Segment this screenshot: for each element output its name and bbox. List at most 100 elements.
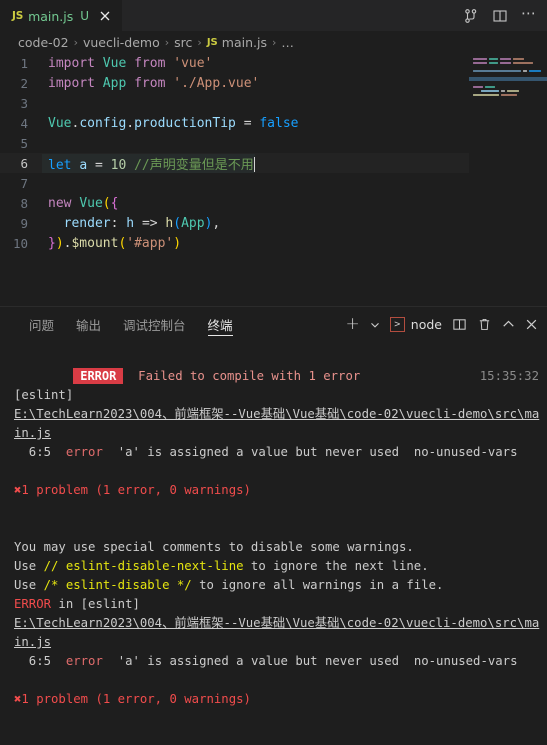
code-line-9: 9 render: h => h(App), — [0, 213, 547, 233]
chevron-right-icon: › — [73, 35, 78, 49]
terminal-error-headline: ERROR Failed to compile with 1 error 15:3… — [14, 348, 547, 384]
problem-severity: error — [65, 654, 103, 668]
terminal-error-in-eslint: ERROR in [eslint] — [14, 597, 140, 611]
breadcrumb-item-4[interactable]: … — [281, 35, 294, 50]
panel-tab-label: 输出 — [76, 318, 102, 333]
error-badge: ERROR — [73, 368, 124, 384]
editor-actions: ⋯ — [463, 0, 547, 31]
chevron-right-icon: › — [164, 35, 170, 49]
terminal-problem-summary: ✖1 problem (1 error, 0 warnings) — [14, 483, 251, 497]
breadcrumb-item-2[interactable]: src — [174, 35, 192, 50]
panel-tab-terminal[interactable]: 终端 — [197, 307, 244, 342]
panel-tab-bar-empty-space — [244, 307, 346, 342]
code-line-4: 4 Vue.config.productionTip = false — [0, 113, 547, 133]
line-number: 3 — [20, 95, 28, 111]
tab-title: main.js — [28, 8, 74, 24]
chevron-down-icon[interactable] — [370, 320, 380, 330]
close-icon[interactable] — [525, 318, 538, 331]
code-text: import Vue from 'vue' — [48, 55, 213, 71]
editor-minimap[interactable] — [469, 53, 547, 306]
trash-icon[interactable] — [477, 317, 492, 332]
code-line-7: 7 — [0, 173, 547, 193]
code-text: new Vue({ — [48, 195, 119, 211]
tab-git-status-badge: U — [80, 9, 90, 23]
terminal-problem-summary-2: ✖1 problem (1 error, 0 warnings) — [14, 692, 251, 706]
line-number: 5 — [20, 135, 28, 151]
code-line-2: 2 import App from './App.vue' — [0, 73, 547, 93]
terminal-file-path-line-2[interactable]: in.js — [14, 424, 547, 443]
terminal-file-path-2-line-2[interactable]: in.js — [14, 633, 547, 652]
code-line-6: 6 let a = 10 //声明变量但是不用 — [0, 153, 547, 173]
split-terminal-icon[interactable] — [452, 317, 467, 332]
code-line-5: 5 — [0, 133, 547, 153]
terminal-eslint-tag: [eslint] — [14, 388, 74, 402]
editor-tab-bar: JS main.js U ⋯ — [0, 0, 547, 31]
code-line-3: 3 — [0, 93, 547, 113]
breadcrumb-item-1[interactable]: vuecli-demo — [83, 35, 160, 50]
line-number: 9 — [20, 215, 28, 231]
code-text: }).$mount('#app') — [48, 235, 182, 251]
tab-bar-empty-space — [122, 0, 463, 31]
close-icon[interactable] — [97, 8, 113, 24]
js-file-icon: JS — [12, 10, 24, 22]
line-number: 10 — [12, 235, 28, 251]
chevron-right-icon: › — [271, 35, 277, 49]
terminal-name: node — [410, 317, 442, 332]
line-number: 2 — [20, 75, 28, 91]
split-editor-icon[interactable] — [492, 8, 508, 24]
code-text: import App from './App.vue' — [48, 75, 260, 91]
terminal-hint-line-3: Use /* eslint-disable */ to ignore all w… — [14, 578, 444, 592]
terminal-output[interactable]: ERROR Failed to compile with 1 error 15:3… — [0, 342, 547, 745]
problem-rule: no-unused-vars — [413, 445, 518, 459]
vscode-window: JS main.js U ⋯ code-02 › vuecli-demo › s… — [0, 0, 547, 745]
breadcrumb-item-3[interactable]: main.js — [222, 35, 267, 50]
panel-tab-debug-console[interactable]: 调试控制台 — [112, 307, 197, 342]
code-editor[interactable]: 1 import Vue from 'vue' 2 import App fro… — [0, 53, 547, 306]
error-headline-text: Failed to compile with 1 error — [138, 369, 361, 383]
bottom-panel: 问题 输出 调试控制台 终端 + > node ERROR Failed to … — [0, 306, 547, 745]
line-number: 8 — [20, 195, 28, 211]
code-line-10: 10 }).$mount('#app') — [0, 233, 547, 253]
text-cursor — [253, 156, 256, 172]
code-lines[interactable]: 1 import Vue from 'vue' 2 import App fro… — [0, 53, 547, 306]
problem-severity: error — [65, 445, 103, 459]
code-line-1: 1 import Vue from 'vue' — [0, 53, 547, 73]
new-terminal-icon[interactable]: + — [346, 316, 360, 333]
terminal-hint-line-2: Use // eslint-disable-next-line to ignor… — [14, 559, 429, 573]
code-text: let a = 10 //声明变量但是不用 — [42, 153, 256, 173]
editor-tab-main-js[interactable]: JS main.js U — [0, 0, 123, 31]
more-actions-icon[interactable]: ⋯ — [521, 6, 537, 22]
problem-message: 'a' is assigned a value but never used — [117, 654, 400, 668]
terminal-file-path-2-line-1[interactable]: E:\TechLearn2023\004、前端框架--Vue基础\Vue基础\c… — [14, 614, 547, 633]
minimap-selection-highlight — [469, 77, 547, 81]
line-number: 6 — [20, 155, 28, 171]
panel-tab-problems[interactable]: 问题 — [18, 307, 65, 342]
terminal-hint-line-1: You may use special comments to disable … — [14, 540, 414, 554]
panel-tab-label: 问题 — [29, 318, 55, 333]
terminal-prompt-icon: > — [389, 317, 405, 332]
breadcrumb: code-02 › vuecli-demo › src › JS main.js… — [0, 31, 547, 53]
code-line-8: 8 new Vue({ — [0, 193, 547, 213]
line-number: 4 — [20, 115, 28, 131]
line-number: 1 — [20, 55, 28, 71]
code-text: Vue.config.productionTip = false — [48, 115, 299, 131]
panel-actions: + > node — [346, 307, 547, 342]
chevron-right-icon: › — [197, 35, 202, 49]
line-number: 7 — [20, 175, 28, 191]
split-vertical-icon[interactable] — [463, 8, 479, 24]
terminal-problem-line-2: 6:5 error 'a' is assigned a value but ne… — [14, 654, 518, 668]
active-terminal-chip[interactable]: > node — [389, 317, 442, 332]
breadcrumb-item-0[interactable]: code-02 — [18, 35, 69, 50]
panel-tab-label: 终端 — [207, 318, 233, 333]
terminal-problem-line: 6:5 error 'a' is assigned a value but ne… — [14, 445, 518, 459]
panel-tab-bar: 问题 输出 调试控制台 终端 + > node — [0, 307, 547, 342]
panel-tab-output[interactable]: 输出 — [65, 307, 112, 342]
problem-rule: no-unused-vars — [413, 654, 518, 668]
chevron-up-icon[interactable] — [502, 318, 515, 331]
terminal-file-path-line-1[interactable]: E:\TechLearn2023\004、前端框架--Vue基础\Vue基础\c… — [14, 405, 547, 424]
